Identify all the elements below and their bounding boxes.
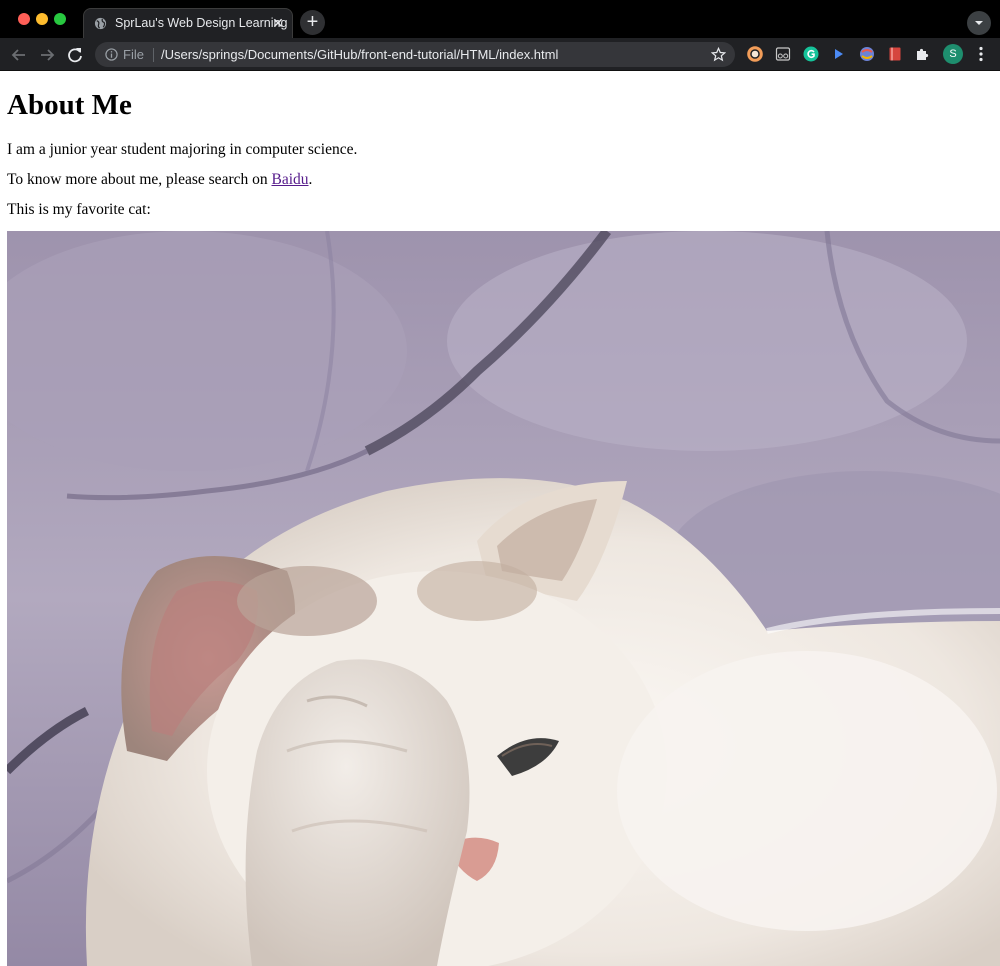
tab-search-button[interactable] <box>967 11 991 35</box>
chevron-down-icon <box>975 21 983 25</box>
reload-icon <box>68 48 82 63</box>
cat-image <box>7 231 1000 966</box>
close-window-button[interactable] <box>18 13 30 25</box>
tab-title: SprLau's Web Design Learning <box>115 16 288 30</box>
url-text[interactable]: /Users/springs/Documents/GitHub/front-en… <box>161 47 558 62</box>
play-extension-icon[interactable] <box>831 46 847 62</box>
close-tab-icon[interactable]: ✕ <box>270 15 286 31</box>
zoom-window-button[interactable] <box>54 13 66 25</box>
address-bar[interactable]: File /Users/springs/Documents/GitHub/fro… <box>95 42 735 67</box>
browser-tab[interactable]: SprLau's Web Design Learning ✕ <box>83 8 293 38</box>
grammarly-extension-icon[interactable] <box>803 46 819 62</box>
search-prefix-text: To know more about me, please search on <box>7 171 272 188</box>
intro-paragraph: I am a junior year student majoring in c… <box>7 141 358 158</box>
page-content: About Me I am a junior year student majo… <box>0 71 1000 966</box>
bookmark-extension-icon[interactable] <box>887 46 903 62</box>
omnibox-divider <box>153 48 154 62</box>
url-scheme-label: File <box>123 47 144 62</box>
star-icon[interactable] <box>711 47 726 62</box>
puzzle-icon[interactable] <box>915 46 931 62</box>
tab-strip: SprLau's Web Design Learning ✕ + <box>0 0 1000 38</box>
reload-button[interactable] <box>64 44 86 66</box>
back-button[interactable] <box>8 44 30 66</box>
orange-ring-extension-icon[interactable] <box>747 46 763 62</box>
more-vertical-icon[interactable] <box>973 45 989 63</box>
cat-caption: This is my favorite cat: <box>7 201 151 218</box>
arrow-right-icon <box>41 49 55 61</box>
globe-icon <box>94 17 107 30</box>
arrow-left-icon <box>11 49 25 61</box>
page-heading: About Me <box>7 89 132 121</box>
search-suffix-text: . <box>308 171 313 188</box>
colorful-extension-icon[interactable] <box>859 46 875 62</box>
reader-extension-icon[interactable] <box>775 46 791 62</box>
minimize-window-button[interactable] <box>36 13 48 25</box>
search-paragraph: To know more about me, please search on … <box>7 171 312 189</box>
browser-toolbar: File /Users/springs/Documents/GitHub/fro… <box>0 38 1000 71</box>
baidu-link[interactable]: Baidu <box>271 171 308 188</box>
info-icon[interactable] <box>105 48 118 61</box>
profile-avatar[interactable]: S <box>943 44 963 64</box>
cat-photo <box>7 231 1000 966</box>
new-tab-button[interactable]: + <box>300 10 325 35</box>
forward-button[interactable] <box>36 44 58 66</box>
